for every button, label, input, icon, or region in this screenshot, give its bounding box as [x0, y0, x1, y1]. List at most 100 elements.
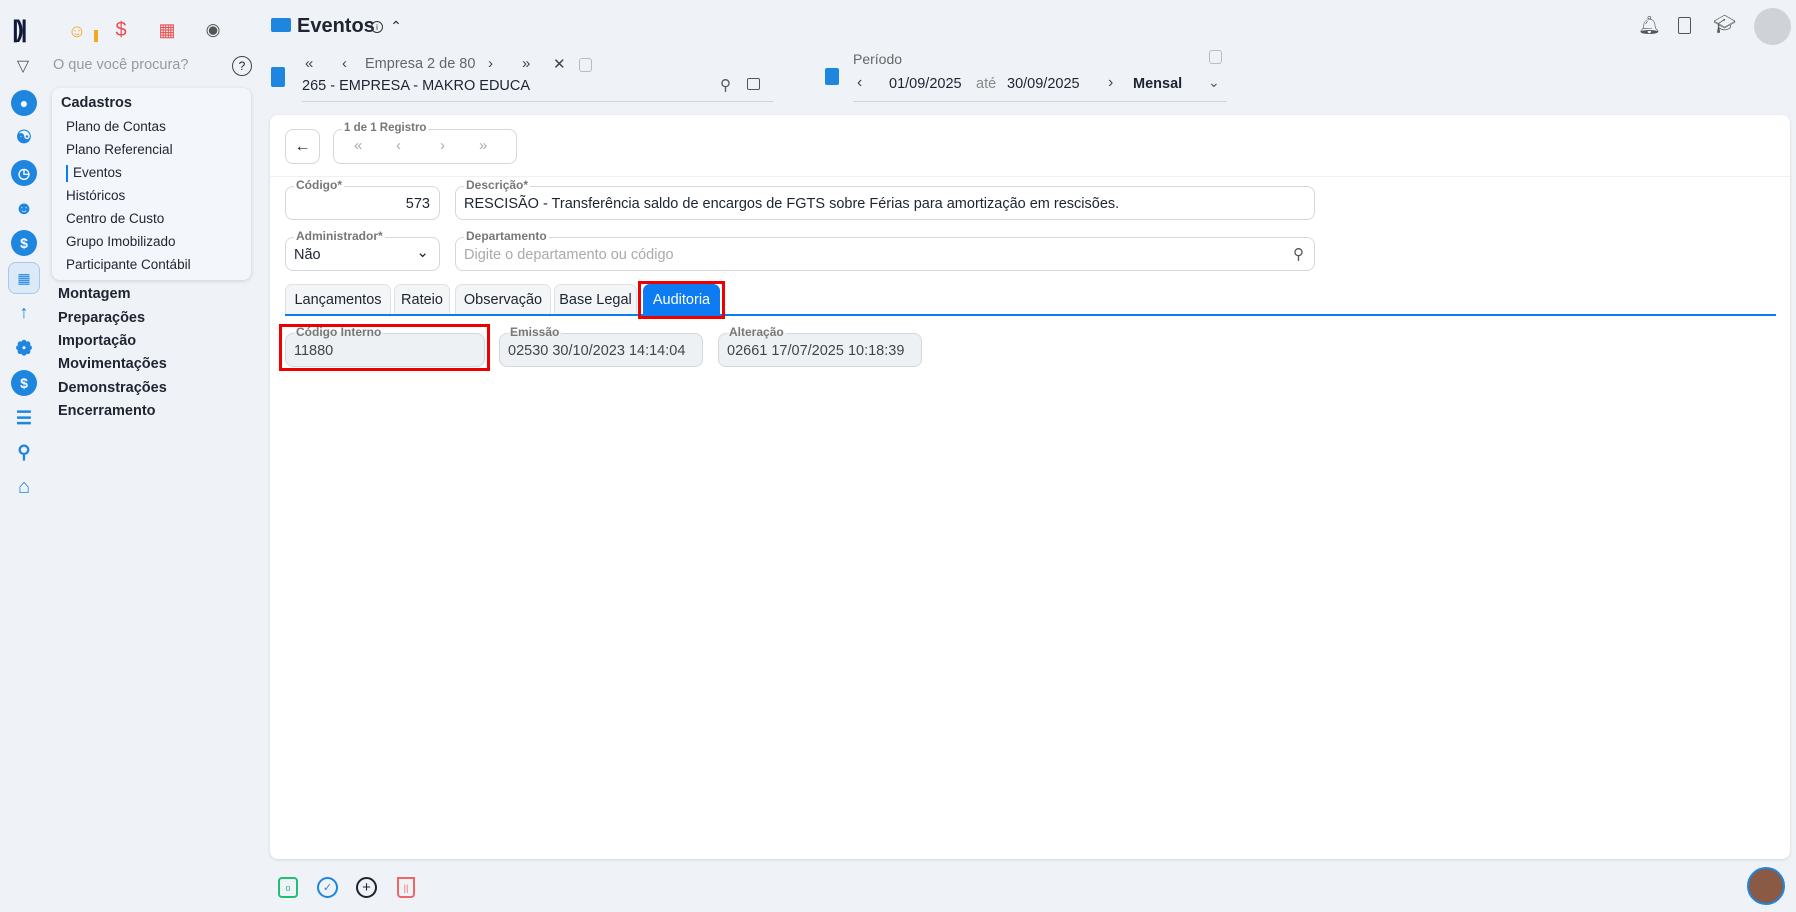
menu-item-plano-contas[interactable]: Plano de Contas — [66, 119, 166, 134]
period-to[interactable]: 30/09/2025 — [1007, 76, 1080, 92]
period-sep: até — [976, 76, 997, 92]
emissao-field: Emissão 02530 30/10/2023 14:14:04 — [499, 325, 703, 367]
back-button[interactable]: ← — [285, 129, 320, 164]
layers-icon[interactable]: ☰ — [11, 405, 37, 431]
departamento-label: Departamento — [464, 229, 549, 243]
alteracao-label: Alteração — [727, 325, 786, 339]
administrador-value: Não — [294, 247, 321, 263]
divider — [270, 176, 1790, 177]
main-card — [270, 115, 1790, 859]
search-company-icon[interactable]: ⚲ — [720, 76, 731, 94]
period-mode-select[interactable]: Mensal — [1133, 76, 1182, 92]
administrador-select[interactable]: Administrador* Não ⌄ — [285, 229, 440, 271]
menu-item-historicos[interactable]: Históricos — [66, 188, 125, 203]
monitor-icon — [271, 18, 291, 32]
company-checkbox[interactable] — [579, 58, 592, 72]
descricao-label: Descrição* — [464, 178, 531, 192]
section-demonstracoes[interactable]: Demonstrações — [58, 380, 167, 396]
user-settings-icon[interactable]: ● — [11, 90, 37, 116]
calendar-icon — [825, 68, 839, 85]
tab-base-legal[interactable]: Base Legal — [554, 284, 637, 315]
section-preparacoes[interactable]: Preparações — [58, 310, 145, 326]
last-company-button[interactable]: » — [522, 55, 530, 72]
assistant-avatar[interactable] — [1747, 867, 1785, 905]
home-icon[interactable]: ⌂ — [11, 474, 37, 500]
help-icon[interactable]: ? — [232, 56, 252, 76]
last-record-button[interactable]: » — [479, 137, 487, 154]
calculator-icon[interactable]: ▦ — [154, 17, 180, 43]
descricao-field[interactable]: Descrição* RESCISÃO - Transferência sald… — [455, 178, 1315, 220]
search-input[interactable]: O que você procura? — [53, 57, 188, 73]
descricao-value: RESCISÃO - Transferência saldo de encarg… — [464, 196, 1120, 212]
handshake-icon[interactable]: ☯ — [11, 124, 37, 150]
people-icon[interactable]: ☺ — [64, 18, 90, 44]
bell-icon[interactable]: 🔔︎ — [1638, 15, 1661, 36]
users-icon[interactable]: ☻ — [11, 195, 37, 221]
dollar-icon[interactable]: $ — [108, 17, 134, 43]
codigo-value: 573 — [405, 196, 430, 212]
active-indicator — [94, 30, 98, 42]
menu-item-eventos[interactable]: Eventos — [73, 165, 122, 180]
menu-item-grupo-imobilizado[interactable]: Grupo Imobilizado — [66, 234, 176, 249]
menu-item-centro-custo[interactable]: Centro de Custo — [66, 211, 164, 226]
menu-title: Cadastros — [61, 95, 132, 111]
alteracao-value: 02661 17/07/2025 10:18:39 — [727, 343, 905, 359]
money-bag-rail-icon[interactable]: $ — [11, 370, 37, 396]
section-encerramento[interactable]: Encerramento — [58, 403, 156, 419]
section-montagem[interactable]: Montagem — [58, 286, 131, 302]
codigo-field[interactable]: Código* 573 — [285, 178, 440, 220]
tabs-underline — [285, 314, 1776, 316]
mail-icon[interactable] — [747, 78, 760, 90]
info-icon[interactable]: i — [371, 21, 383, 33]
prev-period-button[interactable]: ‹ — [857, 74, 862, 92]
add-icon[interactable]: + — [356, 877, 377, 898]
user-avatar[interactable] — [1754, 8, 1791, 45]
save-icon[interactable]: o — [278, 877, 298, 898]
arrow-up-percent-icon[interactable]: ↑ — [11, 299, 37, 325]
tab-rateio[interactable]: Rateio — [394, 284, 450, 315]
cadastros-menu: Cadastros Plano de Contas Plano Referenc… — [52, 88, 251, 280]
section-movimentacoes[interactable]: Movimentações — [58, 356, 167, 372]
period-label: Período — [853, 51, 903, 67]
next-company-button[interactable]: › — [488, 55, 493, 72]
tab-lancamentos[interactable]: Lançamentos — [285, 284, 391, 315]
departamento-input[interactable]: Departamento Digite o departamento ou có… — [455, 229, 1315, 271]
next-record-button[interactable]: › — [440, 137, 445, 154]
next-period-button[interactable]: › — [1108, 74, 1113, 92]
active-marker — [66, 165, 68, 182]
logo: |)| — [12, 16, 28, 43]
period-from[interactable]: 01/09/2025 — [889, 76, 962, 92]
clock-icon[interactable]: ◷ — [11, 160, 37, 186]
company-name[interactable]: 265 - EMPRESA - MAKRO EDUCA — [302, 78, 530, 94]
gear-icon[interactable]: ❁ — [11, 335, 37, 361]
menu-item-plano-referencial[interactable]: Plano Referencial — [66, 142, 173, 157]
document-search-icon[interactable] — [1678, 17, 1691, 34]
emissao-label: Emissão — [508, 325, 562, 339]
prev-company-button[interactable]: ‹ — [342, 55, 347, 72]
confirm-icon[interactable]: ✓ — [317, 877, 338, 898]
first-record-button[interactable]: « — [354, 137, 362, 154]
money-bag-icon[interactable]: ◉ — [200, 17, 226, 43]
administrador-label: Administrador* — [294, 229, 385, 243]
chevron-up-icon[interactable]: ⌃ — [387, 16, 405, 36]
dollar-circle-icon[interactable]: $ — [11, 230, 37, 256]
search-rail-icon[interactable]: ⚲ — [11, 439, 37, 465]
chevron-down-icon: ⌄ — [416, 244, 429, 261]
calculator-module-icon[interactable]: ▦ — [8, 262, 40, 294]
first-company-button[interactable]: « — [305, 55, 313, 72]
tab-observacao[interactable]: Observação — [455, 284, 551, 315]
section-importacao[interactable]: Importação — [58, 333, 136, 349]
prev-record-button[interactable]: ‹ — [396, 137, 401, 154]
graduation-cap-icon[interactable]: 🎓︎ — [1713, 14, 1736, 35]
chevron-down-icon[interactable]: ⌄ — [1208, 74, 1220, 91]
delete-icon[interactable]: || — [397, 877, 415, 898]
alteracao-field: Alteração 02661 17/07/2025 10:18:39 — [718, 325, 922, 367]
menu-item-participante[interactable]: Participante Contábil — [66, 257, 191, 272]
record-navigator: 1 de 1 Registro « ‹ › » — [333, 122, 517, 164]
period-underline — [853, 101, 1227, 102]
period-checkbox[interactable] — [1209, 50, 1222, 64]
clear-company-icon[interactable]: ✕ — [553, 55, 566, 73]
record-nav-label: 1 de 1 Registro — [342, 122, 429, 134]
filter-icon[interactable]: ▽ — [12, 55, 34, 77]
search-icon[interactable]: ⚲ — [1293, 245, 1304, 263]
